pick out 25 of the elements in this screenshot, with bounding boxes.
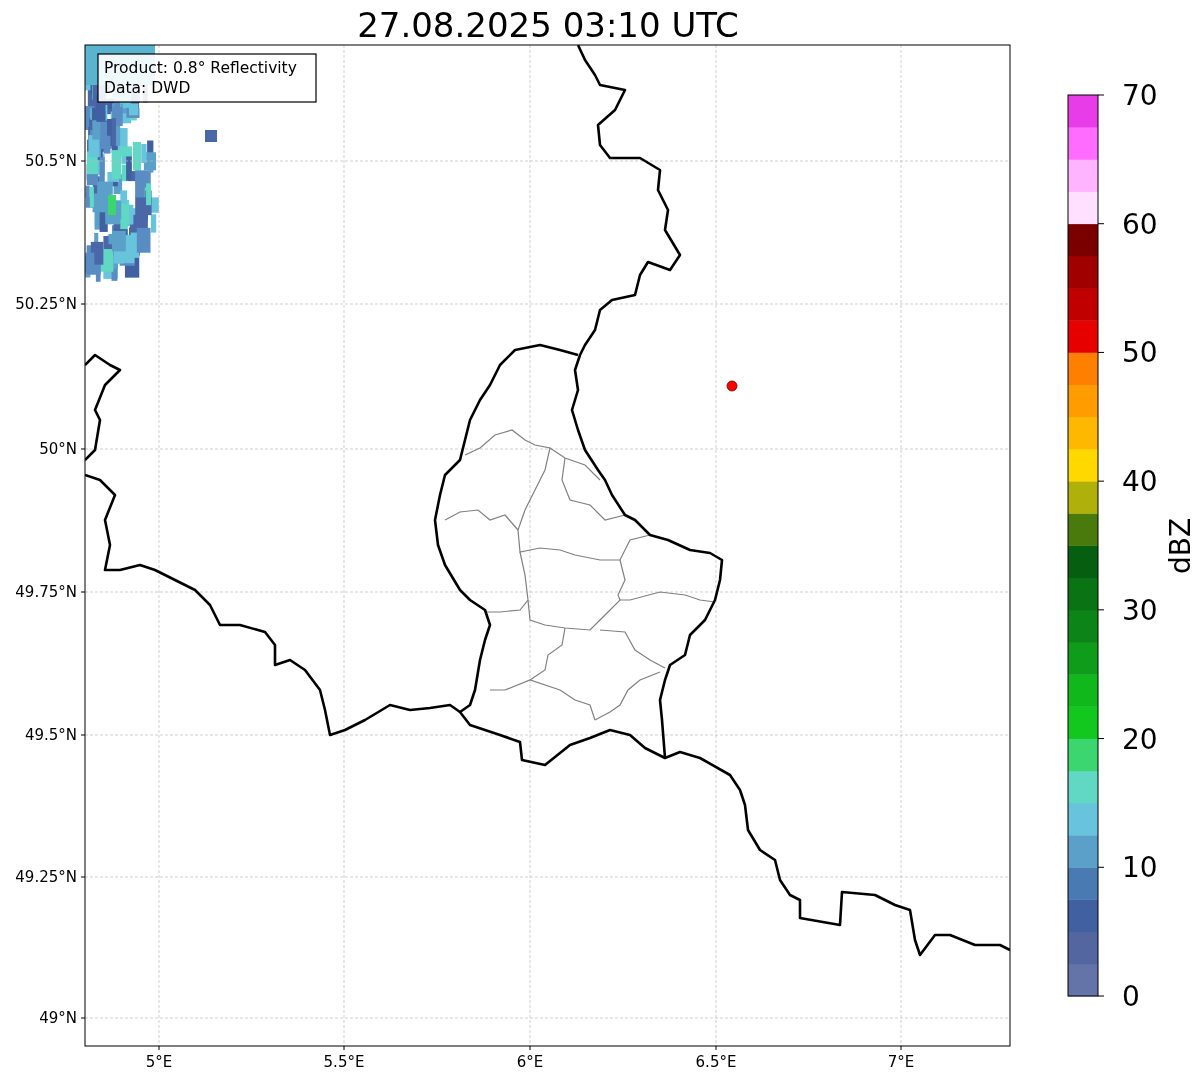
colorbar-tick-label: 50 bbox=[1122, 336, 1158, 370]
latitude-label: 49.5°N bbox=[24, 726, 77, 744]
colorbar-label: dBZ bbox=[1164, 517, 1197, 575]
longitude-label: 5.5°E bbox=[323, 1053, 365, 1071]
info-text: Data: DWD bbox=[104, 79, 191, 97]
latitude-label: 49.75°N bbox=[15, 583, 77, 601]
colorbar-tick-label: 60 bbox=[1122, 207, 1158, 241]
info-text: Product: 0.8° Reflectivity bbox=[104, 59, 297, 77]
longitude-label: 6.5°E bbox=[695, 1053, 737, 1071]
colorbar-tick-label: 10 bbox=[1122, 851, 1158, 885]
latitude-label: 50.5°N bbox=[24, 152, 77, 170]
colorbar-tick-label: 20 bbox=[1122, 722, 1158, 756]
colorbar-tick-label: 30 bbox=[1122, 593, 1158, 627]
latitude-label: 49.25°N bbox=[15, 868, 77, 886]
colorbar-tick-label: 70 bbox=[1122, 79, 1158, 112]
longitude-label: 7°E bbox=[887, 1053, 915, 1071]
colorbar-tick-label: 0 bbox=[1122, 980, 1140, 1013]
longitude-label: 5°E bbox=[145, 1053, 173, 1071]
longitude-label: 6°E bbox=[516, 1053, 544, 1071]
latitude-label: 50.25°N bbox=[15, 295, 77, 313]
colorbar-tick-label: 40 bbox=[1122, 465, 1158, 499]
latitude-label: 50°N bbox=[39, 440, 77, 458]
chart-title: 27.08.2025 03:10 UTC bbox=[357, 5, 739, 45]
radar-site-marker bbox=[726, 380, 738, 392]
latitude-label: 49°N bbox=[39, 1009, 77, 1027]
